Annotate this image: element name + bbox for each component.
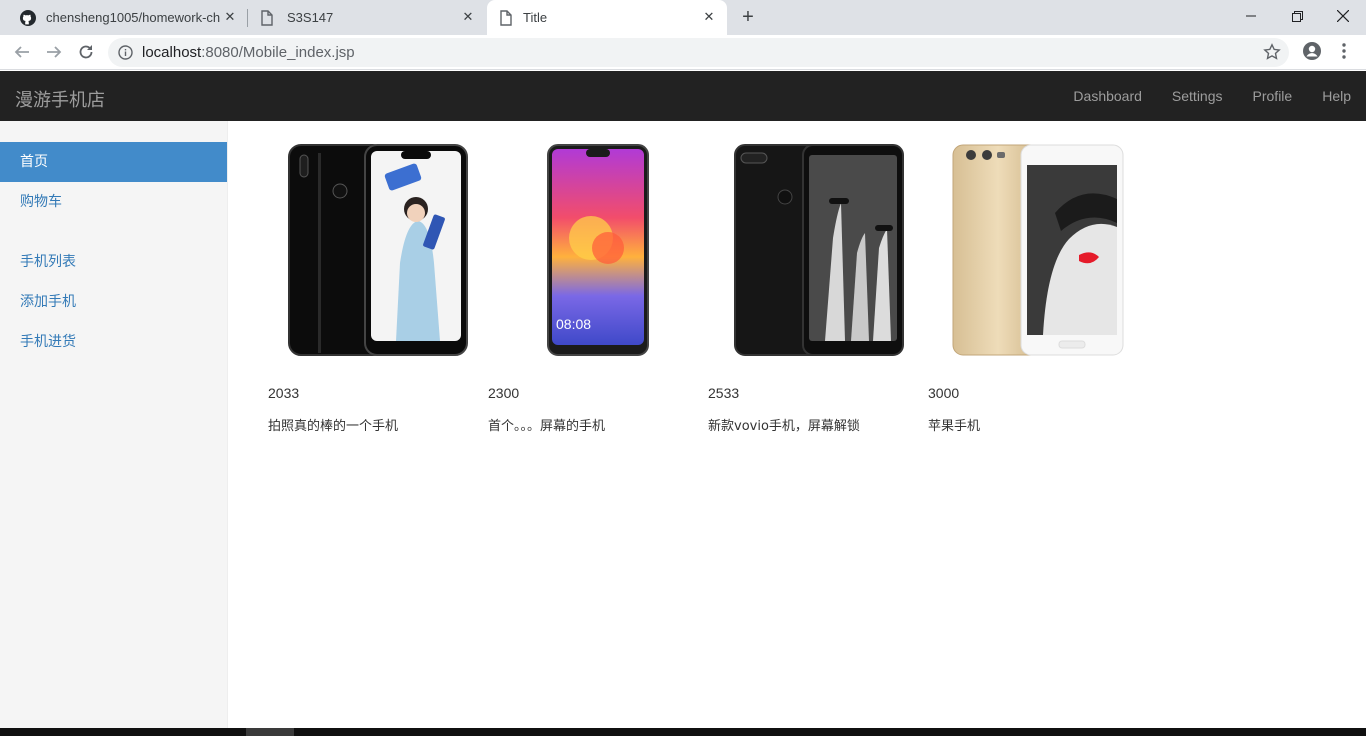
page-icon — [499, 9, 513, 26]
sidebar-item-cart[interactable]: 购物车 — [0, 182, 227, 222]
forward-arrow-icon[interactable] — [42, 40, 66, 64]
minimize-icon[interactable] — [1228, 0, 1274, 32]
top-navbar: 漫游手机店 Dashboard Settings Profile Help — [0, 71, 1366, 121]
nav-link-dashboard[interactable]: Dashboard — [1058, 71, 1157, 121]
phone-image[interactable] — [951, 143, 1125, 357]
product-price: 2033 — [268, 385, 300, 401]
brand-title[interactable]: 漫游手机店 — [15, 86, 105, 112]
restore-icon[interactable] — [1274, 0, 1320, 32]
nav-links: Dashboard Settings Profile Help — [1058, 71, 1366, 121]
product-price: 3000 — [928, 385, 960, 401]
tab-strip: chensheng1005/homework-ch ✕ S3S147 ✕ Tit… — [0, 0, 1366, 35]
star-icon[interactable] — [1263, 43, 1281, 61]
browser-toolbar: localhost:8080/Mobile_index.jsp — [0, 35, 1366, 70]
address-bar[interactable]: localhost:8080/Mobile_index.jsp — [108, 38, 1289, 67]
close-icon[interactable]: ✕ — [222, 9, 238, 25]
nav-link-settings[interactable]: Settings — [1157, 71, 1238, 121]
nav-link-profile[interactable]: Profile — [1238, 71, 1308, 121]
product-price: 2533 — [708, 385, 740, 401]
product-price: 2300 — [488, 385, 520, 401]
tab-title: Title — [523, 10, 548, 25]
back-arrow-icon[interactable] — [10, 40, 34, 64]
tab-title: S3S147 — [287, 10, 334, 25]
page-icon — [260, 9, 274, 26]
close-icon[interactable]: ✕ — [460, 9, 476, 25]
phone-image[interactable] — [733, 143, 905, 357]
reload-icon[interactable] — [74, 40, 98, 64]
product-description: 新款vovio手机，屏幕解锁 — [708, 419, 860, 434]
github-icon — [20, 9, 36, 26]
tab-title-active[interactable]: Title ✕ — [487, 0, 727, 35]
product-description: 拍照真的棒的一个手机 — [268, 419, 399, 434]
phone-image[interactable]: 08:08 — [546, 143, 650, 357]
svg-text:08:08: 08:08 — [556, 316, 591, 332]
tab-github[interactable]: chensheng1005/homework-ch ✕ — [8, 0, 248, 35]
sidebar-item-add-phone[interactable]: 添加手机 — [0, 282, 227, 322]
os-taskbar — [0, 728, 1366, 736]
sidebar-item-home[interactable]: 首页 — [0, 142, 227, 182]
product-description: 首个。。。屏幕的手机 — [488, 419, 606, 434]
profile-icon[interactable] — [1302, 41, 1322, 61]
url-host: localhost — [142, 44, 202, 61]
product-description: 苹果手机 — [928, 419, 981, 434]
sidebar: 首页 购物车 手机列表 添加手机 手机进货 — [0, 121, 228, 728]
taskbar-button[interactable] — [246, 728, 294, 736]
phone-image[interactable] — [288, 143, 468, 357]
sidebar-item-phone-list[interactable]: 手机列表 — [0, 242, 227, 282]
nav-link-help[interactable]: Help — [1307, 71, 1366, 121]
more-menu-icon[interactable] — [1336, 42, 1352, 60]
tab-s3s147[interactable]: S3S147 ✕ — [248, 0, 486, 35]
new-tab-button[interactable]: + — [736, 6, 760, 30]
tab-title: chensheng1005/homework-ch — [46, 10, 221, 25]
url-text: localhost:8080/Mobile_index.jsp — [142, 44, 355, 61]
close-icon[interactable]: ✕ — [701, 9, 717, 25]
url-path: :8080/Mobile_index.jsp — [201, 44, 355, 61]
sidebar-item-restock[interactable]: 手机进货 — [0, 322, 227, 362]
main-content: 2033 拍照真的棒的一个手机 08:08 2300 首个。。。屏幕的手机 25… — [228, 121, 1366, 728]
close-window-icon[interactable] — [1320, 0, 1366, 32]
info-icon[interactable] — [118, 45, 133, 60]
